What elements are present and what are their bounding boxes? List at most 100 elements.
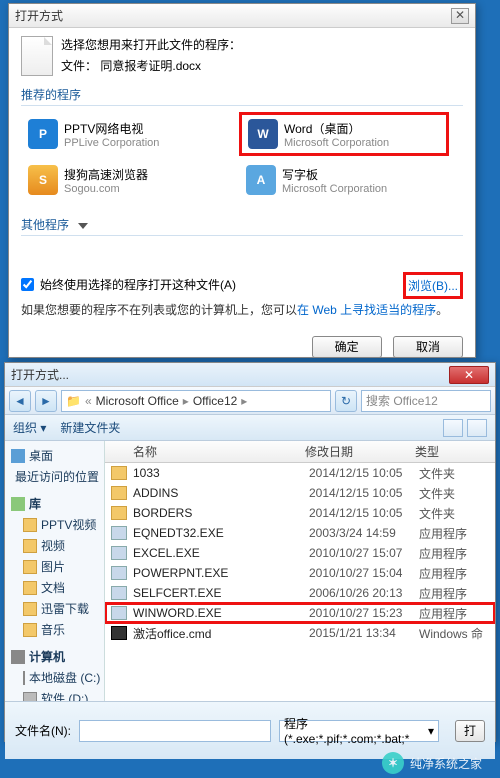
sidebar-item-recent[interactable]: 最近访问的位置 — [7, 466, 102, 487]
exe-icon — [111, 586, 127, 600]
browse-highlight: 浏览(B)... — [403, 272, 463, 299]
sidebar-item-pictures[interactable]: 图片 — [7, 556, 102, 577]
organize-menu[interactable]: 组织 ▾ — [13, 419, 46, 436]
path-box[interactable]: 📁 « Microsoft Office ▸ Office12 ▸ — [61, 390, 331, 412]
exe-icon — [111, 606, 127, 620]
other-programs-header[interactable]: 其他程序 — [21, 216, 463, 236]
file-row[interactable]: 10332014/12/15 10:05文件夹 — [105, 463, 495, 483]
folder-icon — [23, 581, 37, 595]
watermark-logo-icon: ✶ — [382, 752, 404, 774]
word-icon: W — [248, 119, 278, 149]
cancel-button[interactable]: 取消 — [393, 336, 463, 358]
disk-icon — [23, 692, 37, 702]
column-header[interactable]: 名称 修改日期 类型 — [105, 441, 495, 463]
sidebar-item-video[interactable]: 视频 — [7, 535, 102, 556]
sogou-icon: S — [28, 165, 58, 195]
col-date[interactable]: 修改日期 — [305, 443, 415, 460]
file-type-filter[interactable]: 程序 (*.exe;*.pif;*.com;*.bat;*▾ — [279, 720, 439, 742]
folder-icon — [23, 539, 37, 553]
prompt-text: 选择您想用来打开此文件的程序： 文件： 同意报考证明.docx — [61, 36, 241, 76]
program-item-word[interactable]: WWord（桌面）Microsoft Corporation — [239, 112, 449, 156]
program-grid: PPPTV网络电视PPLive CorporationWWord（桌面）Micr… — [21, 112, 463, 200]
file-name: 同意报考证明.docx — [100, 59, 201, 73]
view-mode-button[interactable] — [443, 419, 463, 437]
sidebar: 桌面 最近访问的位置 库 PPTV视频 视频 图片 文档 迅雷下载 音乐 计算机… — [5, 441, 105, 701]
document-icon — [21, 36, 53, 76]
col-name[interactable]: 名称 — [105, 443, 305, 460]
file-row[interactable]: SELFCERT.EXE2006/10/26 20:13应用程序 — [105, 583, 495, 603]
file-row[interactable]: POWERPNT.EXE2010/10/27 15:04应用程序 — [105, 563, 495, 583]
file-row[interactable]: ADDINS2014/12/15 10:05文件夹 — [105, 483, 495, 503]
filename-label: 文件名(N): — [15, 722, 71, 739]
chevron-down-icon — [78, 223, 88, 229]
path-seg-1[interactable]: Office12 — [193, 394, 237, 408]
folder-icon — [23, 560, 37, 574]
navbar: ◄ ► 📁 « Microsoft Office ▸ Office12 ▸ ↻ … — [5, 387, 495, 415]
program-item-pptv[interactable]: PPPTV网络电视PPLive Corporation — [21, 112, 231, 156]
open-with-dialog: 打开方式 ✕ 选择您想用来打开此文件的程序： 文件： 同意报考证明.docx 推… — [8, 3, 476, 358]
sidebar-item-music[interactable]: 音乐 — [7, 619, 102, 640]
wordpad-icon: A — [246, 165, 276, 195]
always-use-checkbox[interactable] — [21, 278, 34, 291]
computer-icon — [11, 650, 25, 664]
folder-icon — [111, 506, 127, 520]
browse-button[interactable]: 浏览(B)... — [408, 279, 458, 293]
search-input[interactable]: 搜索 Office12 — [361, 390, 491, 412]
close-icon[interactable]: ✕ — [451, 8, 469, 24]
sidebar-item-disk-c[interactable]: 本地磁盘 (C:) — [7, 667, 102, 688]
file-row[interactable]: WINWORD.EXE2010/10/27 15:23应用程序 — [105, 603, 495, 623]
web-tip: 如果您想要的程序不在列表或您的计算机上，您可以在 Web 上寻找适当的程序。 — [21, 301, 463, 318]
folder-icon — [23, 518, 37, 532]
sidebar-item-computer[interactable]: 计算机 — [7, 646, 102, 667]
chevron-down-icon: ▾ — [428, 724, 434, 738]
refresh-button[interactable]: ↻ — [335, 390, 357, 412]
folder-icon — [23, 623, 37, 637]
sidebar-item-pptv[interactable]: PPTV视频 — [7, 514, 102, 535]
pptv-icon: P — [28, 119, 58, 149]
exe-icon — [111, 526, 127, 540]
sidebar-item-xunlei[interactable]: 迅雷下载 — [7, 598, 102, 619]
filename-input[interactable] — [79, 720, 271, 742]
program-item-wordpad[interactable]: A写字板Microsoft Corporation — [239, 160, 449, 200]
path-seg-0[interactable]: Microsoft Office — [96, 394, 179, 408]
file-row[interactable]: EQNEDT32.EXE2003/3/24 14:59应用程序 — [105, 523, 495, 543]
web-search-link[interactable]: 在 Web 上寻找适当的程序 — [297, 303, 436, 317]
always-use-label: 始终使用选择的程序打开这种文件(A) — [40, 276, 236, 293]
file-row[interactable]: BORDERS2014/12/15 10:05文件夹 — [105, 503, 495, 523]
sidebar-item-library[interactable]: 库 — [7, 493, 102, 514]
ok-button[interactable]: 确定 — [312, 336, 382, 358]
file-browse-dialog: 打开方式... ✕ ◄ ► 📁 « Microsoft Office ▸ Off… — [4, 362, 496, 742]
new-folder-button[interactable]: 新建文件夹 — [60, 419, 120, 436]
recommended-header: 推荐的程序 — [21, 86, 463, 106]
other-label: 其他程序 — [21, 218, 69, 232]
help-button[interactable] — [467, 419, 487, 437]
file-list: 10332014/12/15 10:05文件夹ADDINS2014/12/15 … — [105, 463, 495, 643]
folder-icon — [111, 486, 127, 500]
sidebar-item-desktop[interactable]: 桌面 — [7, 445, 102, 466]
library-icon — [11, 497, 25, 511]
sidebar-item-disk-d[interactable]: 软件 (D:) — [7, 688, 102, 701]
folder-icon — [111, 466, 127, 480]
toolbar: 组织 ▾ 新建文件夹 — [5, 415, 495, 441]
dialog-title: 打开方式... — [11, 366, 449, 383]
cmd-icon — [111, 626, 127, 640]
folder-icon — [23, 602, 37, 616]
bottom-bar: 文件名(N): 程序 (*.exe;*.pif;*.com;*.bat;*▾ 打 — [5, 701, 495, 759]
open-button[interactable]: 打 — [455, 720, 485, 742]
exe-icon — [111, 546, 127, 560]
disk-icon — [23, 671, 25, 685]
back-button[interactable]: ◄ — [9, 390, 31, 412]
file-pane: 名称 修改日期 类型 10332014/12/15 10:05文件夹ADDINS… — [105, 441, 495, 701]
exe-icon — [111, 566, 127, 580]
sidebar-item-documents[interactable]: 文档 — [7, 577, 102, 598]
file-row[interactable]: EXCEL.EXE2010/10/27 15:07应用程序 — [105, 543, 495, 563]
titlebar[interactable]: 打开方式 ✕ — [9, 4, 475, 28]
close-icon[interactable]: ✕ — [449, 366, 489, 384]
folder-icon: 📁 — [66, 394, 81, 408]
col-type[interactable]: 类型 — [415, 443, 495, 460]
forward-button[interactable]: ► — [35, 390, 57, 412]
titlebar[interactable]: 打开方式... ✕ — [5, 363, 495, 387]
file-row[interactable]: 激活office.cmd2015/1/21 13:34Windows 命 — [105, 623, 495, 643]
dialog-title: 打开方式 — [15, 7, 451, 24]
program-item-sogou[interactable]: S搜狗高速浏览器Sogou.com — [21, 160, 231, 200]
